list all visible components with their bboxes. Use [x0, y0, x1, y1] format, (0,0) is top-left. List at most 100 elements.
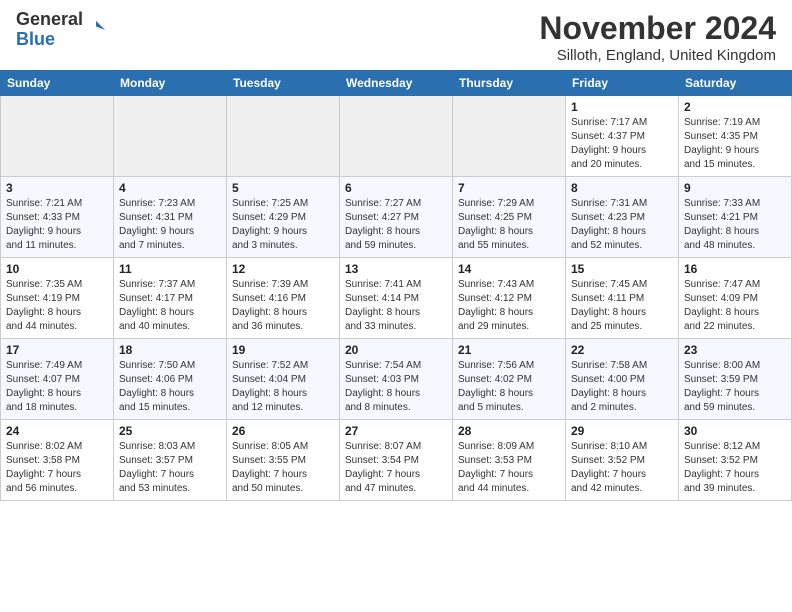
calendar-header-tuesday: Tuesday	[227, 71, 340, 96]
calendar-cell: 17 Sunrise: 7:49 AM Sunset: 4:07 PM Dayli…	[1, 339, 114, 420]
day-info: Sunrise: 7:25 AM Sunset: 4:29 PM Dayligh…	[232, 197, 334, 253]
day-info: Sunrise: 7:29 AM Sunset: 4:25 PM Dayligh…	[458, 197, 560, 253]
calendar-cell: 12Sunrise: 7:39 AM Sunset: 4:16 PM Dayli…	[227, 258, 340, 339]
day-number: 19	[232, 343, 334, 357]
day-info: Sunrise: 7:27 AM Sunset: 4:27 PM Dayligh…	[345, 197, 447, 253]
calendar-week-row: 1 Sunrise: 7:17 AM Sunset: 4:37 PM Daylig…	[1, 96, 792, 177]
calendar-week-row: 10 Sunrise: 7:35 AM Sunset: 4:19 PM Dayli…	[1, 258, 792, 339]
day-number: 14	[458, 262, 560, 276]
calendar-week-row: 17 Sunrise: 7:49 AM Sunset: 4:07 PM Dayli…	[1, 339, 792, 420]
calendar-cell: 29Sunrise: 8:10 AM Sunset: 3:52 PM Dayli…	[566, 420, 679, 501]
day-number: 10	[6, 262, 108, 276]
day-info: Sunrise: 8:00 AM Sunset: 3:59 PM Dayligh…	[684, 359, 786, 415]
day-number: 16	[684, 262, 786, 276]
day-number: 2	[684, 100, 786, 114]
day-number: 3	[6, 181, 108, 195]
day-number: 30	[684, 424, 786, 438]
day-number: 23	[684, 343, 786, 357]
day-info: Sunrise: 8:03 AM Sunset: 3:57 PM Dayligh…	[119, 440, 221, 496]
calendar-week-row: 24 Sunrise: 8:02 AM Sunset: 3:58 PM Dayli…	[1, 420, 792, 501]
logo-icon	[85, 19, 107, 41]
calendar-cell: 23 Sunrise: 8:00 AM Sunset: 3:59 PM Dayli…	[679, 339, 792, 420]
day-info: Sunrise: 8:07 AM Sunset: 3:54 PM Dayligh…	[345, 440, 447, 496]
calendar-header-sunday: Sunday	[1, 71, 114, 96]
calendar-cell: 30Sunrise: 8:12 AM Sunset: 3:52 PM Dayli…	[679, 420, 792, 501]
month-title: November 2024	[539, 10, 776, 47]
calendar-cell: 3Sunrise: 7:21 AM Sunset: 4:33 PM Daylig…	[1, 177, 114, 258]
calendar-cell: 24 Sunrise: 8:02 AM Sunset: 3:58 PM Dayli…	[1, 420, 114, 501]
day-number: 11	[119, 262, 221, 276]
day-info: Sunrise: 7:49 AM Sunset: 4:07 PM Dayligh…	[6, 359, 108, 415]
calendar-cell: 15 Sunrise: 7:45 AM Sunset: 4:11 PM Dayli…	[566, 258, 679, 339]
day-info: Sunrise: 7:45 AM Sunset: 4:11 PM Dayligh…	[571, 278, 673, 334]
day-number: 26	[232, 424, 334, 438]
calendar-cell	[227, 96, 340, 177]
day-info: Sunrise: 7:47 AM Sunset: 4:09 PM Dayligh…	[684, 278, 786, 334]
day-number: 17	[6, 343, 108, 357]
day-number: 6	[345, 181, 447, 195]
day-number: 25	[119, 424, 221, 438]
day-number: 7	[458, 181, 560, 195]
calendar-cell: 7 Sunrise: 7:29 AM Sunset: 4:25 PM Daylig…	[453, 177, 566, 258]
calendar-cell: 8Sunrise: 7:31 AM Sunset: 4:23 PM Daylig…	[566, 177, 679, 258]
calendar-header-friday: Friday	[566, 71, 679, 96]
day-number: 13	[345, 262, 447, 276]
day-number: 9	[684, 181, 786, 195]
day-info: Sunrise: 7:37 AM Sunset: 4:17 PM Dayligh…	[119, 278, 221, 334]
day-number: 18	[119, 343, 221, 357]
page-header: General Blue November 2024 Silloth, Engl…	[0, 0, 792, 70]
calendar-cell: 20 Sunrise: 7:54 AM Sunset: 4:03 PM Dayli…	[340, 339, 453, 420]
day-number: 5	[232, 181, 334, 195]
day-info: Sunrise: 7:39 AM Sunset: 4:16 PM Dayligh…	[232, 278, 334, 334]
day-info: Sunrise: 7:35 AM Sunset: 4:19 PM Dayligh…	[6, 278, 108, 334]
day-number: 15	[571, 262, 673, 276]
calendar-cell: 1 Sunrise: 7:17 AM Sunset: 4:37 PM Daylig…	[566, 96, 679, 177]
day-number: 22	[571, 343, 673, 357]
day-info: Sunrise: 7:41 AM Sunset: 4:14 PM Dayligh…	[345, 278, 447, 334]
day-info: Sunrise: 7:56 AM Sunset: 4:02 PM Dayligh…	[458, 359, 560, 415]
calendar-header-thursday: Thursday	[453, 71, 566, 96]
calendar-header-monday: Monday	[114, 71, 227, 96]
day-info: Sunrise: 7:19 AM Sunset: 4:35 PM Dayligh…	[684, 116, 786, 172]
calendar-cell: 18 Sunrise: 7:50 AM Sunset: 4:06 PM Dayli…	[114, 339, 227, 420]
day-info: Sunrise: 8:02 AM Sunset: 3:58 PM Dayligh…	[6, 440, 108, 496]
calendar-cell: 6 Sunrise: 7:27 AM Sunset: 4:27 PM Daylig…	[340, 177, 453, 258]
calendar-header-saturday: Saturday	[679, 71, 792, 96]
day-info: Sunrise: 7:33 AM Sunset: 4:21 PM Dayligh…	[684, 197, 786, 253]
day-number: 24	[6, 424, 108, 438]
day-info: Sunrise: 7:50 AM Sunset: 4:06 PM Dayligh…	[119, 359, 221, 415]
calendar-cell: 19Sunrise: 7:52 AM Sunset: 4:04 PM Dayli…	[227, 339, 340, 420]
calendar-cell: 27 Sunrise: 8:07 AM Sunset: 3:54 PM Dayli…	[340, 420, 453, 501]
day-number: 1	[571, 100, 673, 114]
calendar-cell: 22Sunrise: 7:58 AM Sunset: 4:00 PM Dayli…	[566, 339, 679, 420]
calendar-cell: 10 Sunrise: 7:35 AM Sunset: 4:19 PM Dayli…	[1, 258, 114, 339]
calendar-cell: 21 Sunrise: 7:56 AM Sunset: 4:02 PM Dayli…	[453, 339, 566, 420]
calendar-cell	[1, 96, 114, 177]
location: Silloth, England, United Kingdom	[539, 47, 776, 64]
calendar-header-wednesday: Wednesday	[340, 71, 453, 96]
calendar-cell: 5 Sunrise: 7:25 AM Sunset: 4:29 PM Daylig…	[227, 177, 340, 258]
logo: General Blue	[16, 10, 107, 50]
day-number: 28	[458, 424, 560, 438]
calendar-cell: 16 Sunrise: 7:47 AM Sunset: 4:09 PM Dayli…	[679, 258, 792, 339]
title-block: November 2024 Silloth, England, United K…	[539, 10, 776, 64]
calendar-cell: 4 Sunrise: 7:23 AM Sunset: 4:31 PM Daylig…	[114, 177, 227, 258]
day-info: Sunrise: 7:17 AM Sunset: 4:37 PM Dayligh…	[571, 116, 673, 172]
calendar-cell: 11 Sunrise: 7:37 AM Sunset: 4:17 PM Dayli…	[114, 258, 227, 339]
day-number: 21	[458, 343, 560, 357]
day-number: 4	[119, 181, 221, 195]
day-info: Sunrise: 7:54 AM Sunset: 4:03 PM Dayligh…	[345, 359, 447, 415]
day-info: Sunrise: 7:23 AM Sunset: 4:31 PM Dayligh…	[119, 197, 221, 253]
calendar-cell: 14Sunrise: 7:43 AM Sunset: 4:12 PM Dayli…	[453, 258, 566, 339]
day-number: 20	[345, 343, 447, 357]
calendar-header-row: SundayMondayTuesdayWednesdayThursdayFrid…	[1, 71, 792, 96]
day-number: 8	[571, 181, 673, 195]
day-info: Sunrise: 8:09 AM Sunset: 3:53 PM Dayligh…	[458, 440, 560, 496]
calendar-cell: 2 Sunrise: 7:19 AM Sunset: 4:35 PM Daylig…	[679, 96, 792, 177]
calendar-cell: 25 Sunrise: 8:03 AM Sunset: 3:57 PM Dayli…	[114, 420, 227, 501]
calendar-cell: 28 Sunrise: 8:09 AM Sunset: 3:53 PM Dayli…	[453, 420, 566, 501]
calendar-cell	[453, 96, 566, 177]
day-number: 29	[571, 424, 673, 438]
day-number: 27	[345, 424, 447, 438]
calendar-cell: 9 Sunrise: 7:33 AM Sunset: 4:21 PM Daylig…	[679, 177, 792, 258]
